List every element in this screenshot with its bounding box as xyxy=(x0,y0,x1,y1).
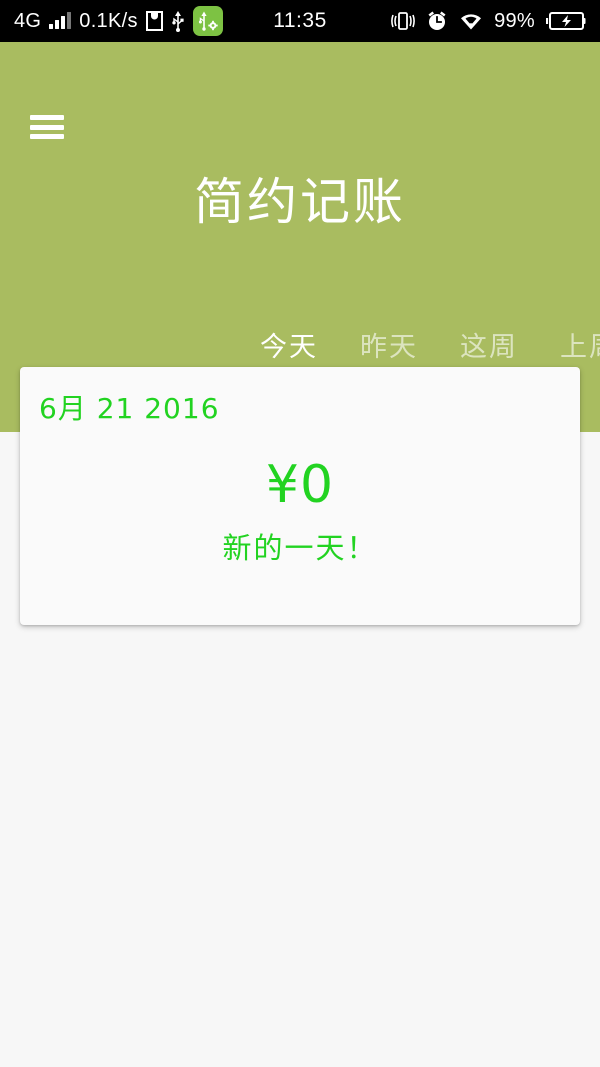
sdcard-icon xyxy=(145,11,163,31)
wifi-icon xyxy=(459,12,483,31)
card-message-label: 新的一天！ xyxy=(222,531,378,565)
status-bar-left: 4G 0.1K/s xyxy=(0,6,223,36)
usb-icon xyxy=(171,10,185,32)
alarm-clock-icon xyxy=(426,10,448,32)
card-date-label: 6月 21 2016 xyxy=(39,392,220,425)
hamburger-menu-icon[interactable] xyxy=(30,115,64,139)
card-amount-value: ¥0 xyxy=(265,455,335,515)
status-bar: 4G 0.1K/s 11:35 99% xyxy=(0,0,600,42)
vibrate-icon xyxy=(391,11,415,31)
usb-settings-icon xyxy=(192,6,223,36)
clock-label: 11:35 xyxy=(273,9,327,32)
page-title: 简约记账 xyxy=(194,173,406,231)
status-bar-right: 99% xyxy=(391,10,600,32)
app-screen: 4G 0.1K/s 11:35 99% 简约记账 今天 昨天 这周 上 6月 2… xyxy=(0,0,600,1067)
battery-charging-icon xyxy=(546,11,586,31)
daily-summary-card[interactable]: 6月 21 2016 ¥0 新的一天！ xyxy=(20,367,580,625)
network-type-label: 4G xyxy=(14,10,42,32)
signal-bars-icon xyxy=(49,12,72,29)
data-rate-label: 0.1K/s xyxy=(79,10,138,32)
battery-percent-label: 99% xyxy=(494,10,535,32)
